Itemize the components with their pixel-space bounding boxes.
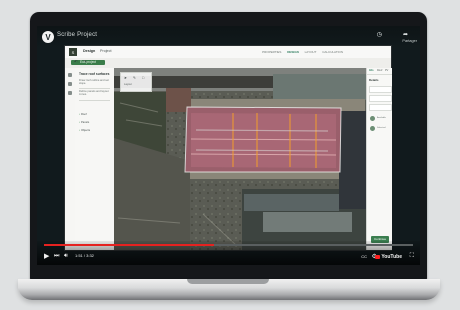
video-controls: ▶ ⏭ 🔊︎ 1:51 / 3:32 CC ⚙ YouTube ⛶ <box>37 241 420 265</box>
youtube-logo[interactable]: YouTube <box>375 254 402 260</box>
right-panel-field[interactable] <box>369 86 392 93</box>
pencil-icon[interactable]: ✎ <box>133 76 136 80</box>
redo-icon[interactable]: ↷ <box>83 59 87 65</box>
top-tab-bar: PROPERTIES DESIGN LAYOUT CALCULATION <box>257 50 343 54</box>
panel-divider <box>79 100 110 101</box>
right-panel-status-2: Selected <box>377 127 386 129</box>
panel-item-panels[interactable]: Panels <box>79 121 89 124</box>
tab-design[interactable]: Design <box>83 49 95 53</box>
right-tab-pv[interactable]: PV <box>385 69 388 72</box>
right-tab-roof[interactable]: Roof <box>377 69 382 72</box>
tab-layout[interactable]: LAYOUT <box>305 50 317 54</box>
rail-roof-icon[interactable] <box>68 73 72 77</box>
volume-icon[interactable]: 🔊︎ <box>64 253 68 260</box>
laptop-hinge <box>187 279 269 284</box>
rail-object-icon[interactable] <box>68 91 72 95</box>
embedded-solar-design-app: S Design Project PROPERTIES DESIGN LAYOU… <box>65 46 392 250</box>
laptop-base <box>18 279 440 300</box>
video-time: 1:51 / 3:32 <box>75 253 94 258</box>
video-header: V Scribe Project ◷ ➦ Partager <box>37 26 420 48</box>
right-panel-field[interactable] <box>369 95 392 102</box>
channel-logo[interactable]: V <box>42 31 54 43</box>
video-screen: V Scribe Project ◷ ➦ Partager S Design P… <box>37 26 420 265</box>
right-panel-title: Details <box>369 78 379 82</box>
video-title[interactable]: Scribe Project <box>57 32 97 38</box>
left-panel-text-1: Draw roof outline and set slope. <box>79 79 109 86</box>
tab-design-view[interactable]: DESIGN <box>287 50 299 54</box>
play-icon[interactable]: ▶ <box>44 252 49 260</box>
panel-avatar <box>370 126 375 131</box>
rail-panel-icon[interactable] <box>68 82 72 86</box>
app-logo: S <box>69 48 77 56</box>
tab-project[interactable]: Project <box>100 49 111 53</box>
clock-icon[interactable]: ◷ <box>377 31 382 38</box>
share-label: Partager <box>402 39 417 43</box>
left-panel-text-2: Define panels and layout zones. <box>79 90 109 97</box>
satellite-map-canvas[interactable]: ➤ ✎ □ Layout <box>114 68 366 250</box>
right-panel-tabs: Info Roof PV <box>367 68 392 75</box>
panel-divider <box>79 88 110 89</box>
undo-icon[interactable]: ↶ <box>74 59 78 65</box>
square-icon[interactable]: □ <box>142 76 144 80</box>
share-icon[interactable]: ➦ <box>403 31 408 38</box>
satellite-map-image <box>114 68 366 250</box>
map-toolbar-label: Layout <box>124 83 132 86</box>
tab-calculation[interactable]: CALCULATION <box>322 50 343 54</box>
panel-item-objects[interactable]: Objects <box>79 129 90 132</box>
panel-avatar <box>370 116 375 121</box>
tab-properties[interactable]: PROPERTIES <box>262 50 281 54</box>
video-progress-bar[interactable] <box>44 244 413 246</box>
left-panel: Trace roof surfaces Draw roof outline an… <box>75 68 115 250</box>
next-icon[interactable]: ⏭ <box>54 253 59 260</box>
panel-item-roof[interactable]: Roof <box>79 113 87 116</box>
video-progress-fill <box>44 244 214 246</box>
left-panel-title: Trace roof surfaces <box>79 72 110 76</box>
right-panel-field[interactable] <box>369 104 392 111</box>
fullscreen-icon[interactable]: ⛶ <box>410 253 414 260</box>
right-panel-status-1: Available <box>377 117 386 119</box>
right-tab-info[interactable]: Info <box>369 69 374 72</box>
right-properties-panel: Info Roof PV Details Available Selected … <box>366 68 392 250</box>
map-toolbar: ➤ ✎ □ Layout <box>120 72 152 92</box>
cursor-icon[interactable]: ➤ <box>124 76 127 80</box>
captions-icon[interactable]: CC <box>361 254 367 259</box>
